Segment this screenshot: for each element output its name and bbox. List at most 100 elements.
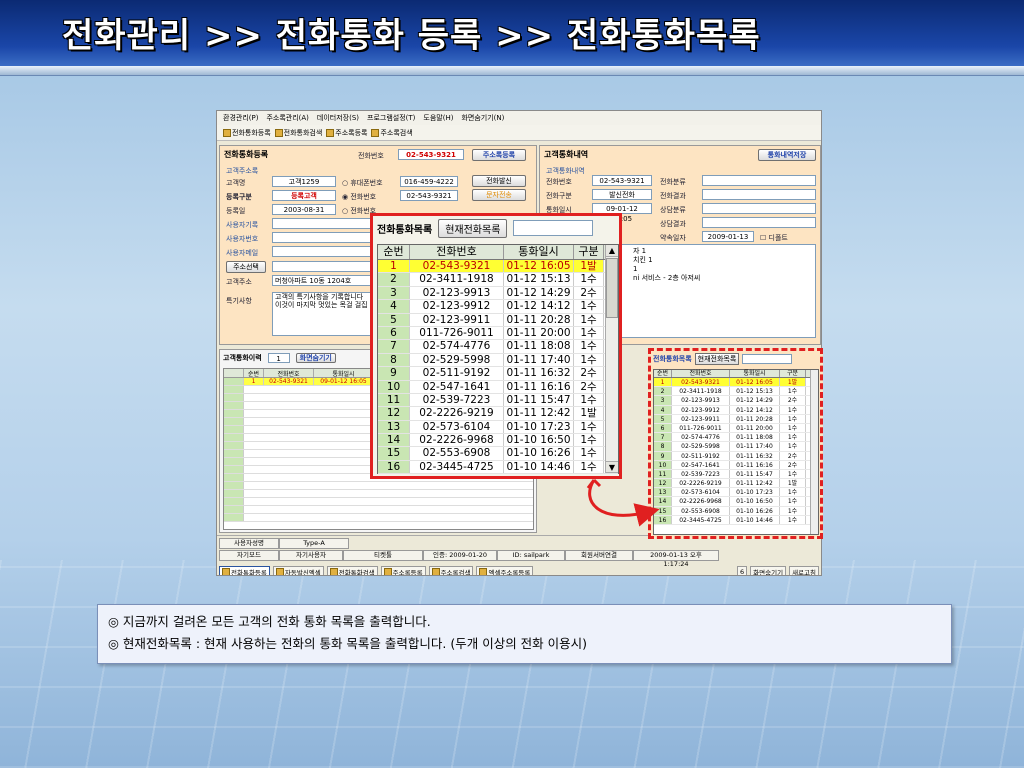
- menu-item-5[interactable]: 화면숨기기(N): [461, 113, 504, 123]
- table-row[interactable]: 7 02-574-4776 01-11 18:08 1수: [378, 340, 618, 354]
- memo-textarea[interactable]: 자 1 치킨 1 1 ni 서비스 - 2층 아저씨: [592, 244, 816, 338]
- task-item-0[interactable]: 전화통화등록: [219, 566, 270, 575]
- dash-search-input[interactable]: [742, 354, 793, 364]
- toolbar-button-3[interactable]: 주소록검색: [371, 127, 413, 138]
- table-row[interactable]: 4 02-123-9912 01-12 14:12 1수: [654, 405, 818, 415]
- customer-name-input[interactable]: 고객1259: [272, 176, 336, 187]
- consult-select[interactable]: [702, 203, 816, 214]
- table-row[interactable]: 16 02-3445-4725 01-10 14:46 1수: [654, 515, 818, 525]
- table-row[interactable]: 4 02-123-9912 01-12 14:12 1수: [378, 300, 618, 314]
- dash-current-list-button[interactable]: 현재전화목록: [694, 353, 740, 365]
- address-input[interactable]: 머청아파트 10동 1204호: [272, 275, 372, 286]
- mobile-input[interactable]: 016-459-4222: [400, 176, 458, 187]
- appointment-input[interactable]: 2009-01-13: [702, 231, 754, 242]
- table-row[interactable]: 3 02-123-9913 01-12 14:29 2수: [378, 286, 618, 301]
- table-row[interactable]: 12 02-2226-9219 01-11 12:42 1발: [378, 407, 618, 421]
- table-row[interactable]: [224, 490, 533, 498]
- date-input[interactable]: 2003-08-31: [272, 204, 336, 215]
- table-row[interactable]: 14 02-2226-9968 01-10 16:50 1수: [654, 497, 818, 507]
- table-row[interactable]: 9 02-511-9192 01-11 16:32 2수: [378, 367, 618, 381]
- table-row[interactable]: 14 02-2226-9968 01-10 16:50 1수: [378, 434, 618, 448]
- rp-phone-input[interactable]: 02-543-9321: [592, 175, 652, 186]
- address-select-button[interactable]: 주소선택: [226, 261, 266, 273]
- table-row[interactable]: 9 02-511-9192 01-11 16:32 2수: [654, 451, 818, 461]
- table-row[interactable]: 11 02-539-7223 01-11 15:47 1수: [378, 393, 618, 408]
- table-row[interactable]: 6 011-726-9011 01-11 20:00 1수: [654, 423, 818, 434]
- table-row[interactable]: 12 02-2226-9219 01-11 12:42 1발: [654, 479, 818, 489]
- type-input[interactable]: 발신전화: [592, 189, 652, 200]
- table-row[interactable]: 8 02-529-5998 01-11 17:40 1수: [654, 442, 818, 452]
- task-item-1[interactable]: 자동발신엑셀: [272, 566, 324, 575]
- address-label: 고객주소: [226, 278, 252, 286]
- register-button[interactable]: 주소록등록: [472, 149, 526, 161]
- alarm-checkbox[interactable]: ☐ 디폴트: [760, 233, 788, 243]
- consult-result-select[interactable]: [702, 217, 816, 228]
- table-row[interactable]: [224, 506, 533, 514]
- table-row[interactable]: 16 02-3445-4725 01-10 14:46 1수: [378, 460, 618, 475]
- table-row[interactable]: 8 02-529-5998 01-11 17:40 1수: [378, 353, 618, 368]
- toolbar-button-2[interactable]: 주소록등록: [326, 127, 367, 138]
- menu-item-1[interactable]: 주소록관리(A): [266, 113, 308, 123]
- phone2-input[interactable]: 02-543-9321: [400, 190, 458, 201]
- task-right-0[interactable]: 6: [737, 566, 748, 575]
- table-row[interactable]: 13 02-573-6104 01-10 17:23 1수: [654, 488, 818, 498]
- table-row[interactable]: 5 02-123-9911 01-11 20:28 1수: [654, 414, 818, 424]
- user-phone-input[interactable]: [272, 232, 372, 243]
- category-select[interactable]: [702, 175, 816, 186]
- task-item-2[interactable]: 전화통화검색: [326, 566, 378, 575]
- menu-item-4[interactable]: 도움말(H): [423, 113, 453, 123]
- grade-input[interactable]: 등록고객: [272, 190, 336, 201]
- table-row[interactable]: 7 02-574-4776 01-11 18:08 1수: [654, 433, 818, 443]
- table-row[interactable]: [224, 482, 533, 490]
- phone-input[interactable]: 02-543-9321: [398, 149, 464, 160]
- scroll-up-icon[interactable]: ▲: [606, 245, 618, 257]
- zip-input[interactable]: [272, 261, 372, 272]
- user-mail-input[interactable]: [272, 246, 372, 257]
- table-row[interactable]: 15 02-553-6908 01-10 16:26 1수: [378, 447, 618, 461]
- table-cell: 02-2226-9968: [410, 434, 504, 447]
- task-item-3[interactable]: 주소록등록: [380, 566, 426, 576]
- table-cell: 02-543-9321: [264, 378, 314, 385]
- task-label: 주소록등록: [392, 568, 423, 576]
- table-row[interactable]: [224, 514, 533, 522]
- table-row[interactable]: 6 011-726-9011 01-11 20:00 1수: [378, 326, 618, 341]
- task-right-1[interactable]: 화면숨기기: [750, 566, 787, 575]
- result-select[interactable]: [702, 189, 816, 200]
- menu-item-3[interactable]: 프로그램설정(T): [367, 113, 415, 123]
- call-button[interactable]: 전화발신: [472, 175, 526, 187]
- special-textarea[interactable]: 고객의 특기사항을 기록합니다 이것이 마지막 멋있는 목걸 걸집: [272, 292, 372, 336]
- menu-item-2[interactable]: 데이터저장(S): [317, 113, 359, 123]
- current-list-button[interactable]: 현재전화목록: [438, 218, 508, 238]
- task-item-4[interactable]: 주소록검색: [428, 566, 474, 575]
- table-row[interactable]: [224, 498, 533, 506]
- table-row[interactable]: 2 02-3411-1918 01-12 15:13 1수: [654, 387, 818, 397]
- table-row[interactable]: 5 02-123-9911 01-11 20:28 1수: [378, 313, 618, 327]
- table-row[interactable]: 2 02-3411-1918 01-12 15:13 1수: [378, 273, 618, 287]
- table-row[interactable]: 1 02-543-9321 01-12 16:05 1발: [378, 260, 618, 274]
- menu-item-0[interactable]: 환경관리(P): [223, 113, 258, 123]
- table-row[interactable]: 10 02-547-1641 01-11 16:16 2수: [654, 460, 818, 470]
- table-row[interactable]: 10 02-547-1641 01-11 16:16 2수: [378, 380, 618, 394]
- user-record-input[interactable]: [272, 218, 372, 229]
- table-row[interactable]: 15 02-553-6908 01-10 16:26 1수: [654, 506, 818, 516]
- user-mail-label: 사용자메일: [226, 249, 259, 257]
- toolbar-button-0[interactable]: 전화통화등록: [223, 127, 271, 138]
- hide-screen-button[interactable]: 화면숨기기: [295, 353, 336, 363]
- radio-mobile[interactable]: ○ 휴대폰번호: [342, 178, 383, 188]
- column-header: 전화번호: [410, 245, 504, 259]
- scroll-down-icon[interactable]: ▼: [606, 461, 618, 473]
- radio-phone[interactable]: ◉ 전화번호: [342, 192, 376, 202]
- sms-button[interactable]: 문자전송: [472, 189, 526, 201]
- task-item-5[interactable]: 엑셀주소록등록: [476, 566, 534, 575]
- toolbar-button-1[interactable]: 전화통화검색: [274, 127, 322, 138]
- table-row[interactable]: 3 02-123-9913 01-12 14:29 2수: [654, 396, 818, 406]
- scroll-thumb[interactable]: [606, 258, 618, 318]
- table-row[interactable]: 13 02-573-6104 01-10 17:23 1수: [378, 420, 618, 435]
- save-history-button[interactable]: 통화내역저장: [758, 149, 816, 161]
- dash-scrollbar[interactable]: [810, 370, 818, 534]
- task-right-2[interactable]: 새로고침: [789, 566, 819, 575]
- table-row[interactable]: 11 02-539-7223 01-11 15:47 1수: [654, 469, 818, 480]
- table-row[interactable]: 1 02-543-9321 01-12 16:05 1발: [654, 378, 818, 388]
- popup-scrollbar[interactable]: ▲ ▼: [605, 245, 618, 473]
- popup-search-input[interactable]: [513, 220, 594, 236]
